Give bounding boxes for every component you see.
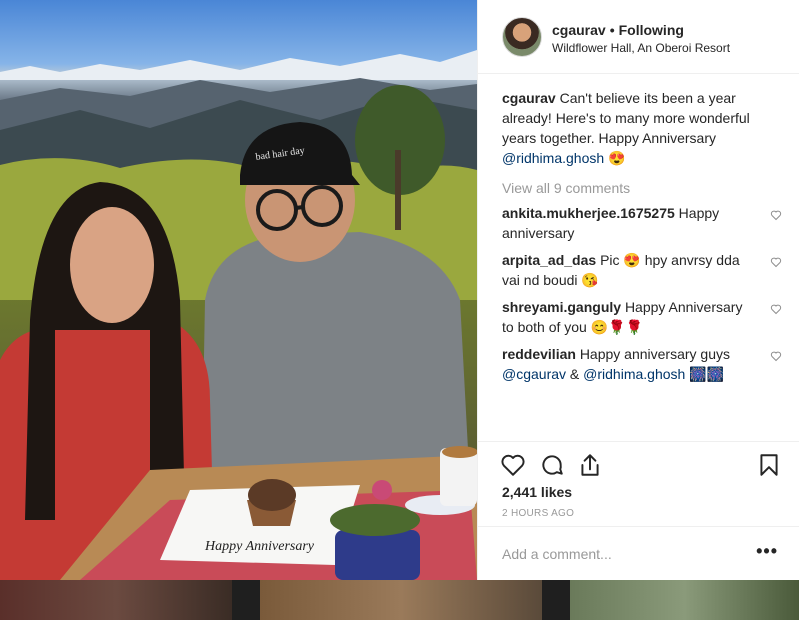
comment-item: reddevilian Happy anniversary guys @cgau… [502, 344, 782, 384]
small-heart-icon[interactable] [770, 256, 782, 268]
view-all-comments-link[interactable]: View all 9 comments [502, 180, 782, 196]
comment-username[interactable]: shreyami.ganguly [502, 299, 621, 315]
add-comment-input[interactable] [502, 544, 742, 564]
comment-mention[interactable]: @cgaurav [502, 366, 566, 382]
action-bar [478, 441, 799, 476]
header-username[interactable]: cgaurav [552, 22, 606, 38]
comment-icon[interactable] [539, 452, 565, 478]
user-line: cgaurav • Following [552, 22, 684, 38]
add-comment-bar: ••• [478, 526, 799, 580]
separator-dot: • [609, 22, 615, 38]
small-heart-icon[interactable] [770, 303, 782, 315]
bottom-strip-gap-2 [542, 580, 570, 620]
comment-item: ankita.mukherjee.1675275 Happy anniversa… [502, 203, 782, 243]
caption-username[interactable]: cgaurav [502, 90, 556, 106]
comment-username[interactable]: arpita_ad_das [502, 252, 596, 268]
comment-username[interactable]: reddevilian [502, 346, 576, 362]
comments-area: cgaurav Can't believe its been a year al… [502, 88, 782, 384]
comment-username[interactable]: ankita.mukherjee.1675275 [502, 205, 675, 221]
small-heart-icon[interactable] [770, 350, 782, 362]
comment-emoji: 🎆🎆 [689, 366, 725, 382]
post-header: cgaurav • Following Wildflower Hall, An Ob… [478, 0, 799, 74]
caption-emoji: 😍 [608, 150, 626, 166]
comment-mention[interactable]: @ridhima.ghosh [583, 366, 685, 382]
bookmark-icon[interactable] [756, 452, 782, 478]
location-link[interactable]: Wildflower Hall, An Oberoi Resort [552, 41, 730, 55]
more-options-icon[interactable]: ••• [756, 541, 778, 562]
bottom-strip-right [570, 580, 799, 620]
post-photo[interactable]: bad hair day Happy Anniversary [0, 0, 477, 580]
likes-count[interactable]: 2,441 likes [502, 484, 572, 500]
comment-amp: & [569, 366, 580, 382]
caption: cgaurav Can't believe its been a year al… [502, 88, 782, 168]
comment-item: shreyami.ganguly Happy Anniversary to bo… [502, 297, 782, 337]
post-side-panel: cgaurav • Following Wildflower Hall, An Ob… [477, 0, 799, 580]
bottom-strip-left [0, 580, 232, 620]
timestamp[interactable]: 2 HOURS AGO [502, 508, 574, 519]
photo-illustration: bad hair day Happy Anniversary [0, 50, 477, 580]
comment-text: Happy anniversary guys [579, 346, 730, 362]
avatar[interactable] [502, 17, 542, 57]
plate-text: Happy Anniversary [204, 539, 315, 554]
caption-mention[interactable]: @ridhima.ghosh [502, 150, 604, 166]
bottom-strip-middle [260, 580, 542, 620]
share-icon[interactable] [577, 452, 603, 478]
small-heart-icon[interactable] [770, 209, 782, 221]
comment-item: arpita_ad_das Pic 😍 hpy anvrsy dda vai n… [502, 250, 782, 290]
following-button[interactable]: Following [619, 22, 684, 38]
bottom-strip-gap [232, 580, 260, 620]
heart-icon[interactable] [500, 452, 526, 478]
